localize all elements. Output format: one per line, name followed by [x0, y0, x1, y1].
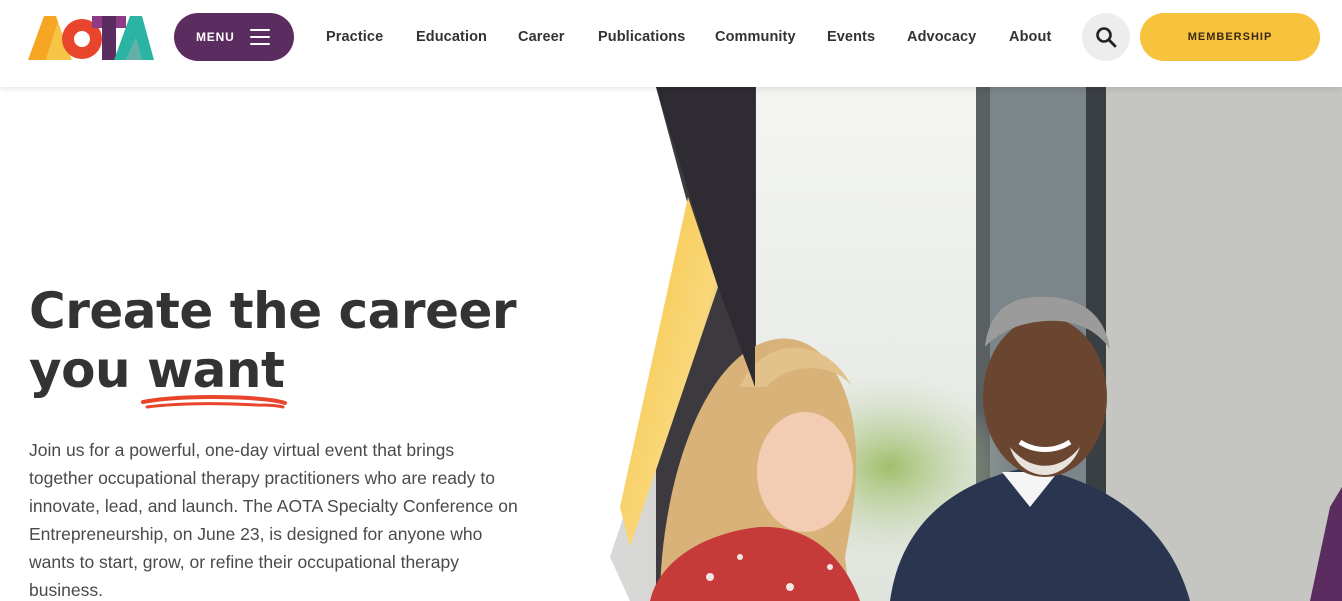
hero-title-word-you: you — [29, 341, 131, 399]
nav-community[interactable]: Community — [715, 29, 796, 45]
hero-title-word-want: want — [140, 341, 287, 409]
hero-title-word-want-text: want — [146, 341, 285, 399]
membership-button[interactable]: MEMBERSHIP — [1140, 13, 1320, 61]
aota-logo[interactable] — [28, 14, 154, 62]
nav-practice[interactable]: Practice — [326, 29, 383, 45]
hero-photo — [590, 87, 1342, 601]
hero-photo-illustration — [610, 87, 1342, 601]
menu-label: MENU — [196, 30, 235, 44]
hero-title-line-1: Create the career — [29, 282, 517, 340]
hero-title-line-2: you want — [29, 341, 589, 409]
search-icon — [1096, 27, 1117, 48]
nav-publications[interactable]: Publications — [598, 29, 685, 45]
aota-logo-mark — [28, 16, 154, 60]
membership-label: MEMBERSHIP — [1187, 31, 1273, 43]
nav-events[interactable]: Events — [827, 29, 875, 45]
nav-advocacy[interactable]: Advocacy — [907, 29, 976, 45]
nav-career[interactable]: Career — [518, 29, 565, 45]
red-underline-squiggle — [140, 395, 287, 409]
site-header: MENU Practice Education Career Publicati… — [0, 0, 1342, 87]
search-button[interactable] — [1082, 13, 1130, 61]
nav-education[interactable]: Education — [416, 29, 487, 45]
hero-description: Join us for a powerful, one-day virtual … — [29, 440, 518, 600]
nav-about[interactable]: About — [1009, 29, 1051, 45]
hero-title: Create the career you want — [29, 282, 589, 409]
menu-button[interactable]: MENU — [174, 13, 294, 61]
hamburger-icon — [250, 29, 270, 45]
